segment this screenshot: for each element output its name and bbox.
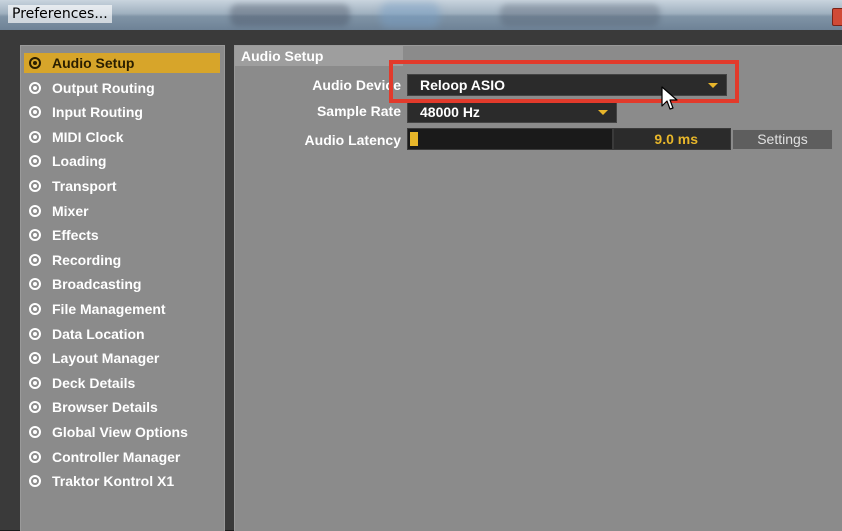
sidebar-item[interactable]: Loading	[24, 151, 220, 171]
sample-rate-dropdown[interactable]: 48000 Hz	[407, 101, 617, 123]
radio-bullet-icon	[29, 278, 41, 291]
sidebar-item[interactable]: Controller Manager	[24, 447, 220, 467]
radio-bullet-icon	[29, 106, 41, 119]
sidebar-item[interactable]: Browser Details	[24, 397, 220, 417]
audio-setup-panel: Audio Setup Audio Device Reloop ASIO Sam…	[234, 45, 842, 531]
sidebar-item-label: Audio Setup	[52, 55, 135, 71]
audio-latency-value: 9.0 ms	[613, 128, 731, 150]
radio-bullet-icon	[29, 155, 41, 168]
sidebar-item-label: Global View Options	[52, 424, 188, 440]
sidebar-item-label: Deck Details	[52, 374, 136, 391]
sidebar-item-label: Browser Details	[52, 399, 158, 416]
sidebar-item[interactable]: Broadcasting	[24, 274, 220, 294]
sidebar-item-label: Broadcasting	[52, 276, 142, 293]
sidebar-item[interactable]: File Management	[24, 299, 220, 319]
radio-bullet-icon	[29, 352, 41, 365]
audio-device-value: Reloop ASIO	[420, 77, 506, 93]
mouse-pointer-icon	[661, 86, 678, 110]
radio-bullet-icon	[29, 450, 41, 463]
title-bar: Preferences...	[0, 0, 842, 30]
sidebar-item[interactable]: Traktor Kontrol X1	[24, 471, 220, 491]
sidebar-item-label: Transport	[52, 178, 117, 194]
sidebar-item-label: File Management	[52, 301, 166, 317]
sample-rate-value: 48000 Hz	[420, 104, 480, 120]
sidebar-item-label: Mixer	[52, 202, 89, 219]
radio-bullet-icon	[29, 327, 41, 340]
audio-latency-slider-fill	[410, 132, 418, 146]
sidebar-item-label: Output Routing	[52, 79, 155, 96]
radio-bullet-icon	[29, 376, 41, 389]
audio-latency-slider[interactable]	[407, 128, 613, 150]
sidebar-item-label: Layout Manager	[52, 350, 160, 367]
sidebar-item[interactable]: Data Location	[24, 324, 220, 344]
sidebar-item-label: Input Routing	[52, 104, 143, 121]
audio-device-label-box: Audio Device	[235, 75, 401, 95]
panel-title: Audio Setup	[235, 46, 403, 66]
titlebar-blur	[230, 4, 350, 26]
sidebar-item[interactable]: Input Routing	[24, 102, 220, 122]
audio-latency-label: Audio Latency	[304, 132, 401, 148]
sidebar-item[interactable]: Recording	[24, 250, 220, 270]
close-window-button[interactable]	[832, 8, 842, 26]
sidebar-item[interactable]: Audio Setup	[24, 53, 220, 73]
radio-bullet-icon	[29, 475, 41, 488]
radio-bullet-icon	[29, 180, 41, 192]
sidebar-item[interactable]: Deck Details	[24, 373, 220, 393]
sample-rate-label: Sample Rate	[316, 103, 401, 119]
sample-rate-label-box: Sample Rate	[235, 101, 401, 121]
radio-bullet-icon	[29, 426, 41, 438]
radio-bullet-icon	[29, 81, 41, 94]
audio-device-label: Audio Device	[312, 77, 401, 93]
settings-button[interactable]: Settings	[732, 129, 833, 150]
sidebar-item-label: Recording	[52, 251, 122, 268]
titlebar-blur	[380, 2, 440, 28]
sidebar-item-label: Effects	[52, 227, 99, 244]
audio-latency-label-box: Audio Latency	[235, 130, 401, 150]
sidebar-item[interactable]: Transport	[24, 176, 220, 196]
sidebar-item[interactable]: Mixer	[24, 201, 220, 221]
radio-bullet-icon	[29, 303, 41, 315]
sidebar-item-label: Controller Manager	[52, 448, 181, 465]
sidebar-item[interactable]: Output Routing	[24, 78, 220, 98]
sidebar-item-label: Data Location	[52, 325, 145, 342]
chevron-down-icon	[598, 110, 608, 115]
sidebar-item-label: Loading	[52, 153, 107, 170]
titlebar-blur	[500, 4, 660, 26]
sidebar-item-label: MIDI Clock	[52, 128, 124, 145]
radio-bullet-icon	[29, 401, 41, 414]
radio-bullet-icon	[29, 204, 41, 217]
radio-bullet-icon	[29, 229, 41, 242]
window-title: Preferences...	[8, 5, 112, 23]
chevron-down-icon	[708, 83, 718, 88]
sidebar-item[interactable]: Layout Manager	[24, 348, 220, 368]
sidebar-item[interactable]: Effects	[24, 225, 220, 245]
radio-bullet-icon	[29, 130, 41, 143]
preferences-sidebar: Audio Setup Output Routing Input Routing MI…	[20, 45, 225, 531]
radio-bullet-icon	[29, 253, 41, 266]
sidebar-item[interactable]: MIDI Clock	[24, 127, 220, 147]
sidebar-item[interactable]: Global View Options	[24, 422, 220, 442]
sidebar-item-label: Traktor Kontrol X1	[52, 473, 175, 490]
radio-bullet-icon	[29, 57, 41, 69]
